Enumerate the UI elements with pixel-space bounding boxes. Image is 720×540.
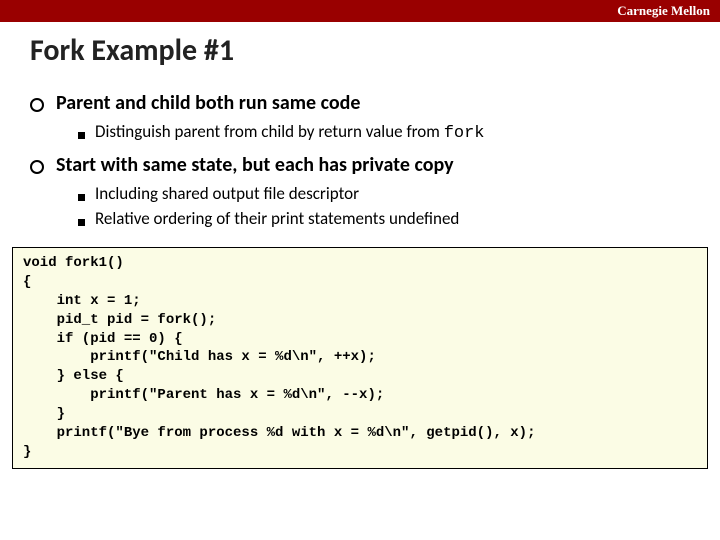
org-name: Carnegie Mellon [617,3,710,19]
square-icon [78,219,85,226]
sub-bullet-list: Distinguish parent from child by return … [78,121,720,143]
bullet-text: Start with same state, but each has priv… [56,153,454,177]
sub-bullet-list: Including shared output file descriptor … [78,183,720,229]
list-item: Distinguish parent from child by return … [78,121,720,143]
header-banner: Carnegie Mellon [0,0,720,22]
slide-title: Fork Example #1 [30,32,720,69]
sub-bullet-text: Relative ordering of their print stateme… [95,208,459,229]
code-block: void fork1() { int x = 1; pid_t pid = fo… [12,247,708,469]
bullet-text: Parent and child both run same code [56,91,360,115]
square-icon [78,194,85,201]
bullet-list: Parent and child both run same code Dist… [30,91,720,229]
open-circle-icon [30,98,44,112]
sub-bullet-text: Including shared output file descriptor [95,183,359,204]
square-icon [78,132,85,139]
list-item: Relative ordering of their print stateme… [78,208,720,229]
sub-bullet-text: Distinguish parent from child by return … [95,121,485,143]
open-circle-icon [30,160,44,174]
list-item: Parent and child both run same code Dist… [30,91,720,143]
list-item: Including shared output file descriptor [78,183,720,204]
list-item: Start with same state, but each has priv… [30,153,720,229]
